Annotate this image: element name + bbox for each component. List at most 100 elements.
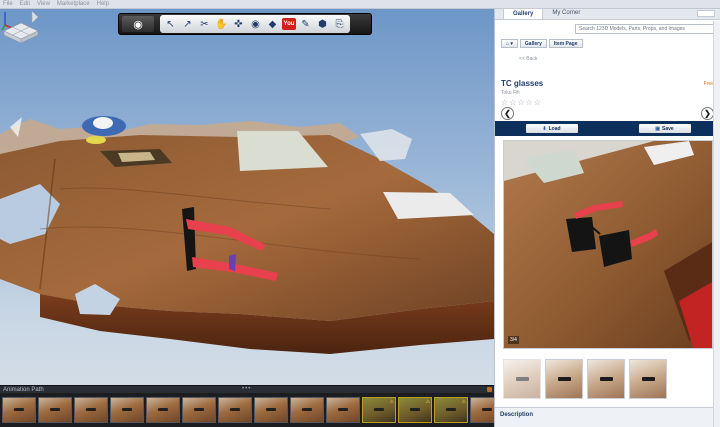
animation-filmstrip: ⚠ ⚠ ⚠ — [0, 393, 494, 427]
star-icon[interactable]: ☆ — [534, 99, 541, 107]
tab-gallery[interactable]: Gallery — [503, 8, 544, 19]
gallery-panel: Gallery My Corner ⌂ ▾ Gallery Item Page … — [494, 8, 720, 427]
warning-icon: ⚠ — [425, 399, 430, 405]
panel-mini-field[interactable] — [697, 10, 715, 17]
hand-icon[interactable]: ✋ — [214, 17, 229, 32]
back-link[interactable]: << Back — [519, 56, 537, 62]
thumbnail-strip — [503, 359, 667, 399]
tab-my-corner[interactable]: My Corner — [543, 8, 589, 19]
preview-image: 3/4 — [503, 140, 713, 349]
panel-scrollbar[interactable] — [713, 21, 720, 427]
rating-stars[interactable]: ☆ ☆ ☆ ☆ ☆ — [501, 99, 541, 107]
animation-frame[interactable] — [110, 397, 144, 423]
menu-edit[interactable]: Edit — [20, 0, 30, 8]
animation-frame[interactable] — [218, 397, 252, 423]
keyboard — [383, 192, 474, 219]
thumbnail[interactable] — [545, 359, 583, 399]
cube-icon[interactable]: ⬢ — [315, 17, 330, 32]
breadcrumb-item-page[interactable]: Item Page — [548, 39, 583, 48]
pencil-icon[interactable]: ✎ — [298, 17, 313, 32]
menu-marketplace[interactable]: Marketplace — [57, 0, 90, 8]
load-button[interactable]: ⬇ Load — [525, 124, 578, 133]
frame-glasses — [14, 408, 24, 411]
load-icon: ⬇ — [542, 125, 547, 132]
frame-glasses — [374, 408, 384, 411]
image-counter: 3/4 — [508, 336, 519, 344]
gamepad-icon[interactable]: ✜ — [231, 17, 246, 32]
star-icon[interactable]: ☆ — [517, 99, 524, 107]
animation-frame[interactable]: ⚠ — [362, 397, 396, 423]
tool-group: ↖ ↗ ✂ ✋ ✜ ◉ ◆ You ✎ ⬢ ⎘ — [160, 15, 350, 33]
main-toolbar: ◉ ↖ ↗ ✂ ✋ ✜ ◉ ◆ You ✎ ⬢ ⎘ — [118, 13, 372, 35]
previous-image-button[interactable]: ❮ — [501, 107, 514, 120]
frame-glasses — [158, 408, 168, 411]
select-icon[interactable]: ↖ — [163, 17, 178, 32]
menu-help[interactable]: Help — [97, 0, 109, 8]
search-input[interactable] — [575, 24, 717, 34]
menu-view[interactable]: View — [37, 0, 50, 8]
frame-glasses — [230, 408, 240, 411]
menu-file[interactable]: File — [3, 0, 13, 8]
breadcrumb-gallery[interactable]: Gallery — [519, 39, 547, 48]
camera-icon[interactable]: ◉ — [122, 16, 154, 32]
animation-frame[interactable] — [290, 397, 324, 423]
home-icon[interactable]: ⌂ ▾ — [501, 39, 518, 48]
toy-base — [86, 136, 106, 144]
export-icon[interactable]: ⎘ — [332, 17, 347, 32]
animation-frame[interactable] — [146, 397, 180, 423]
model-title: TC glasses — [501, 79, 544, 88]
load-label: Load — [548, 125, 561, 132]
youtube-icon[interactable]: You — [282, 18, 296, 30]
save-icon: ▣ — [655, 125, 661, 132]
frame-glasses — [86, 408, 96, 411]
animation-frame[interactable] — [254, 397, 288, 423]
view-cube-icon[interactable] — [0, 9, 42, 47]
frame-glasses — [50, 408, 60, 411]
frame-glasses — [194, 408, 204, 411]
star-icon[interactable]: ☆ — [501, 99, 508, 107]
thumbnail[interactable] — [503, 359, 541, 399]
star-icon[interactable]: ☆ — [526, 99, 533, 107]
animation-frame[interactable] — [182, 397, 216, 423]
animation-frame[interactable] — [38, 397, 72, 423]
animation-frame[interactable] — [74, 397, 108, 423]
frame-glasses — [266, 408, 276, 411]
save-label: Save — [662, 125, 674, 132]
frame-glasses — [122, 408, 132, 411]
breadcrumb: ⌂ ▾ Gallery Item Page — [501, 39, 583, 50]
frame-glasses — [302, 408, 312, 411]
description-header[interactable]: Description — [495, 407, 720, 427]
hinge-marker — [229, 254, 236, 271]
model-author[interactable]: Toku Fifi — [501, 90, 520, 96]
diamond-icon[interactable]: ◆ — [265, 17, 280, 32]
action-bar: ⬇ Load ▣ Save — [495, 121, 720, 136]
frame-glasses — [338, 408, 348, 411]
animation-frame[interactable] — [2, 397, 36, 423]
frame-glasses — [482, 408, 492, 411]
warning-icon: ⚠ — [461, 399, 466, 405]
frame-glasses — [410, 408, 420, 411]
animation-frame[interactable] — [326, 397, 360, 423]
animation-frame[interactable]: ⚠ — [434, 397, 468, 423]
scene-render — [0, 116, 494, 354]
frame-glasses — [446, 408, 456, 411]
thumbnail[interactable] — [629, 359, 667, 399]
animation-frame[interactable] — [470, 397, 494, 423]
animation-path-bar[interactable]: Animation Path ••• — [0, 385, 494, 393]
3d-viewport[interactable]: ◉ ↖ ↗ ✂ ✋ ✜ ◉ ◆ You ✎ ⬢ ⎘ — [0, 9, 494, 393]
app-window: File Edit View Marketplace Help ◉ ↖ ↗ ✂ … — [0, 0, 720, 427]
menu-bar: File Edit View Marketplace Help — [0, 0, 720, 9]
animate-icon[interactable]: ✂ — [197, 17, 212, 32]
save-button[interactable]: ▣ Save — [638, 124, 691, 133]
toy-figure-top — [93, 117, 113, 129]
select-all-icon[interactable]: ↗ — [180, 17, 195, 32]
thumbnail[interactable] — [587, 359, 625, 399]
screenshot-icon[interactable]: ◉ — [248, 17, 263, 32]
resize-grip-icon[interactable]: ••• — [242, 386, 251, 392]
animation-frame[interactable]: ⚠ — [398, 397, 432, 423]
collapse-icon[interactable] — [487, 387, 492, 392]
panel-tabs: Gallery My Corner — [495, 8, 720, 20]
star-icon[interactable]: ☆ — [509, 99, 516, 107]
warning-icon: ⚠ — [389, 399, 394, 405]
preview-photo — [504, 141, 712, 348]
